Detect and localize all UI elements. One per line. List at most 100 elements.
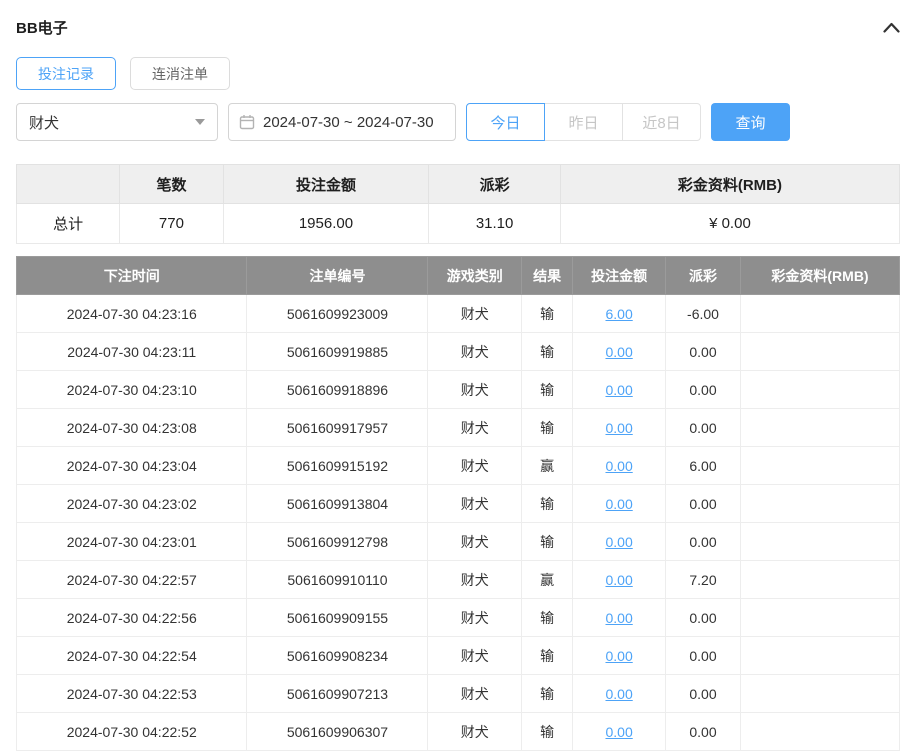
cell-order-id: 5061609910110 [247, 561, 428, 599]
summary-header-empty [17, 165, 120, 204]
records-tbody: 2024-07-30 04:23:16 5061609923009 财犬 输 6… [17, 295, 900, 751]
cell-payout: 0.00 [665, 523, 740, 561]
bet-amount-link[interactable]: 0.00 [605, 610, 632, 626]
cell-game-type: 财犬 [428, 333, 522, 371]
page-title: BB电子 [16, 17, 68, 38]
search-button[interactable]: 查询 [711, 103, 790, 141]
date-range-value: 2024-07-30 ~ 2024-07-30 [263, 114, 434, 131]
col-header-bet-amount: 投注金额 [573, 257, 666, 295]
col-header-payout: 派彩 [665, 257, 740, 295]
cell-order-id: 5061609912798 [247, 523, 428, 561]
cell-bonus [741, 295, 900, 333]
tab-bet-records[interactable]: 投注记录 [16, 57, 116, 90]
filter-bar: 财犬 2024-07-30 ~ 2024-07-30 今日 昨日 近8日 查询 [16, 103, 900, 141]
cell-game-type: 财犬 [428, 447, 522, 485]
table-row: 2024-07-30 04:22:57 5061609910110 财犬 赢 0… [17, 561, 900, 599]
cell-payout: 0.00 [665, 485, 740, 523]
cell-game-type: 财犬 [428, 485, 522, 523]
cell-bonus [741, 713, 900, 751]
chevron-up-icon[interactable] [883, 22, 900, 33]
cell-game-type: 财犬 [428, 713, 522, 751]
col-header-result: 结果 [522, 257, 573, 295]
col-header-bet-time: 下注时间 [17, 257, 247, 295]
cell-bonus [741, 523, 900, 561]
cell-bet-time: 2024-07-30 04:22:57 [17, 561, 247, 599]
summary-header-row: 笔数 投注金额 派彩 彩金资料(RMB) [17, 165, 900, 204]
table-row: 2024-07-30 04:23:10 5061609918896 财犬 输 0… [17, 371, 900, 409]
cell-payout: 7.20 [665, 561, 740, 599]
bet-amount-link[interactable]: 0.00 [605, 534, 632, 550]
quick-filter-last8days[interactable]: 近8日 [622, 103, 701, 141]
tab-cancelled-orders[interactable]: 连消注单 [130, 57, 230, 90]
bet-amount-link[interactable]: 0.00 [605, 572, 632, 588]
cell-payout: 0.00 [665, 713, 740, 751]
cell-bet-time: 2024-07-30 04:23:10 [17, 371, 247, 409]
cell-game-type: 财犬 [428, 561, 522, 599]
cell-result: 输 [522, 485, 573, 523]
cell-game-type: 财犬 [428, 295, 522, 333]
col-header-game-type: 游戏类别 [428, 257, 522, 295]
bet-amount-link[interactable]: 0.00 [605, 420, 632, 436]
table-row: 2024-07-30 04:23:02 5061609913804 财犬 输 0… [17, 485, 900, 523]
cell-bet-time: 2024-07-30 04:23:02 [17, 485, 247, 523]
summary-total-label: 总计 [17, 204, 120, 244]
cell-result: 输 [522, 295, 573, 333]
table-row: 2024-07-30 04:22:54 5061609908234 财犬 输 0… [17, 637, 900, 675]
table-row: 2024-07-30 04:22:53 5061609907213 财犬 输 0… [17, 675, 900, 713]
bet-amount-link[interactable]: 0.00 [605, 458, 632, 474]
cell-bet-time: 2024-07-30 04:23:11 [17, 333, 247, 371]
cell-result: 输 [522, 409, 573, 447]
cell-result: 赢 [522, 561, 573, 599]
summary-header-bet-amount: 投注金额 [223, 165, 429, 204]
bet-amount-link[interactable]: 0.00 [605, 382, 632, 398]
cell-bonus [741, 599, 900, 637]
bet-amount-link[interactable]: 0.00 [605, 496, 632, 512]
cell-bonus [741, 637, 900, 675]
cell-bet-time: 2024-07-30 04:22:54 [17, 637, 247, 675]
panel-header: BB电子 [16, 14, 900, 40]
cell-order-id: 5061609917957 [247, 409, 428, 447]
cell-payout: 0.00 [665, 675, 740, 713]
bet-amount-link[interactable]: 0.00 [605, 648, 632, 664]
cell-game-type: 财犬 [428, 599, 522, 637]
cell-result: 输 [522, 371, 573, 409]
records-header-row: 下注时间 注单编号 游戏类别 结果 投注金额 派彩 彩金资料(RMB) [17, 257, 900, 295]
tab-bar: 投注记录 连消注单 [16, 57, 900, 90]
bet-amount-link[interactable]: 6.00 [605, 306, 632, 322]
cell-bonus [741, 561, 900, 599]
cell-bet-time: 2024-07-30 04:22:52 [17, 713, 247, 751]
table-row: 2024-07-30 04:23:04 5061609915192 财犬 赢 0… [17, 447, 900, 485]
cell-bonus [741, 485, 900, 523]
summary-payout-value: 31.10 [429, 204, 561, 244]
game-select[interactable]: 财犬 [16, 103, 218, 141]
summary-bonus-value: ¥ 0.00 [560, 204, 899, 244]
quick-filter-today[interactable]: 今日 [466, 103, 545, 141]
col-header-bonus: 彩金资料(RMB) [741, 257, 900, 295]
cell-order-id: 5061609919885 [247, 333, 428, 371]
cell-payout: 0.00 [665, 371, 740, 409]
calendar-icon [239, 114, 255, 130]
table-row: 2024-07-30 04:23:16 5061609923009 财犬 输 6… [17, 295, 900, 333]
cell-bet-time: 2024-07-30 04:23:16 [17, 295, 247, 333]
cell-payout: 0.00 [665, 599, 740, 637]
cell-payout: 6.00 [665, 447, 740, 485]
game-select-value: 财犬 [29, 112, 59, 133]
records-table: 下注时间 注单编号 游戏类别 结果 投注金额 派彩 彩金资料(RMB) 2024… [16, 256, 900, 751]
quick-filter-group: 今日 昨日 近8日 [466, 103, 701, 141]
date-range-input[interactable]: 2024-07-30 ~ 2024-07-30 [228, 103, 456, 141]
summary-table: 笔数 投注金额 派彩 彩金资料(RMB) 总计 770 1956.00 31.1… [16, 164, 900, 244]
bet-amount-link[interactable]: 0.00 [605, 724, 632, 740]
cell-game-type: 财犬 [428, 409, 522, 447]
cell-order-id: 5061609907213 [247, 675, 428, 713]
table-row: 2024-07-30 04:23:11 5061609919885 财犬 输 0… [17, 333, 900, 371]
cell-result: 输 [522, 523, 573, 561]
summary-header-count: 笔数 [120, 165, 223, 204]
cell-result: 输 [522, 599, 573, 637]
cell-bonus [741, 675, 900, 713]
cell-result: 输 [522, 333, 573, 371]
cell-game-type: 财犬 [428, 675, 522, 713]
bet-amount-link[interactable]: 0.00 [605, 686, 632, 702]
quick-filter-yesterday[interactable]: 昨日 [544, 103, 623, 141]
bet-amount-link[interactable]: 0.00 [605, 344, 632, 360]
cell-order-id: 5061609909155 [247, 599, 428, 637]
